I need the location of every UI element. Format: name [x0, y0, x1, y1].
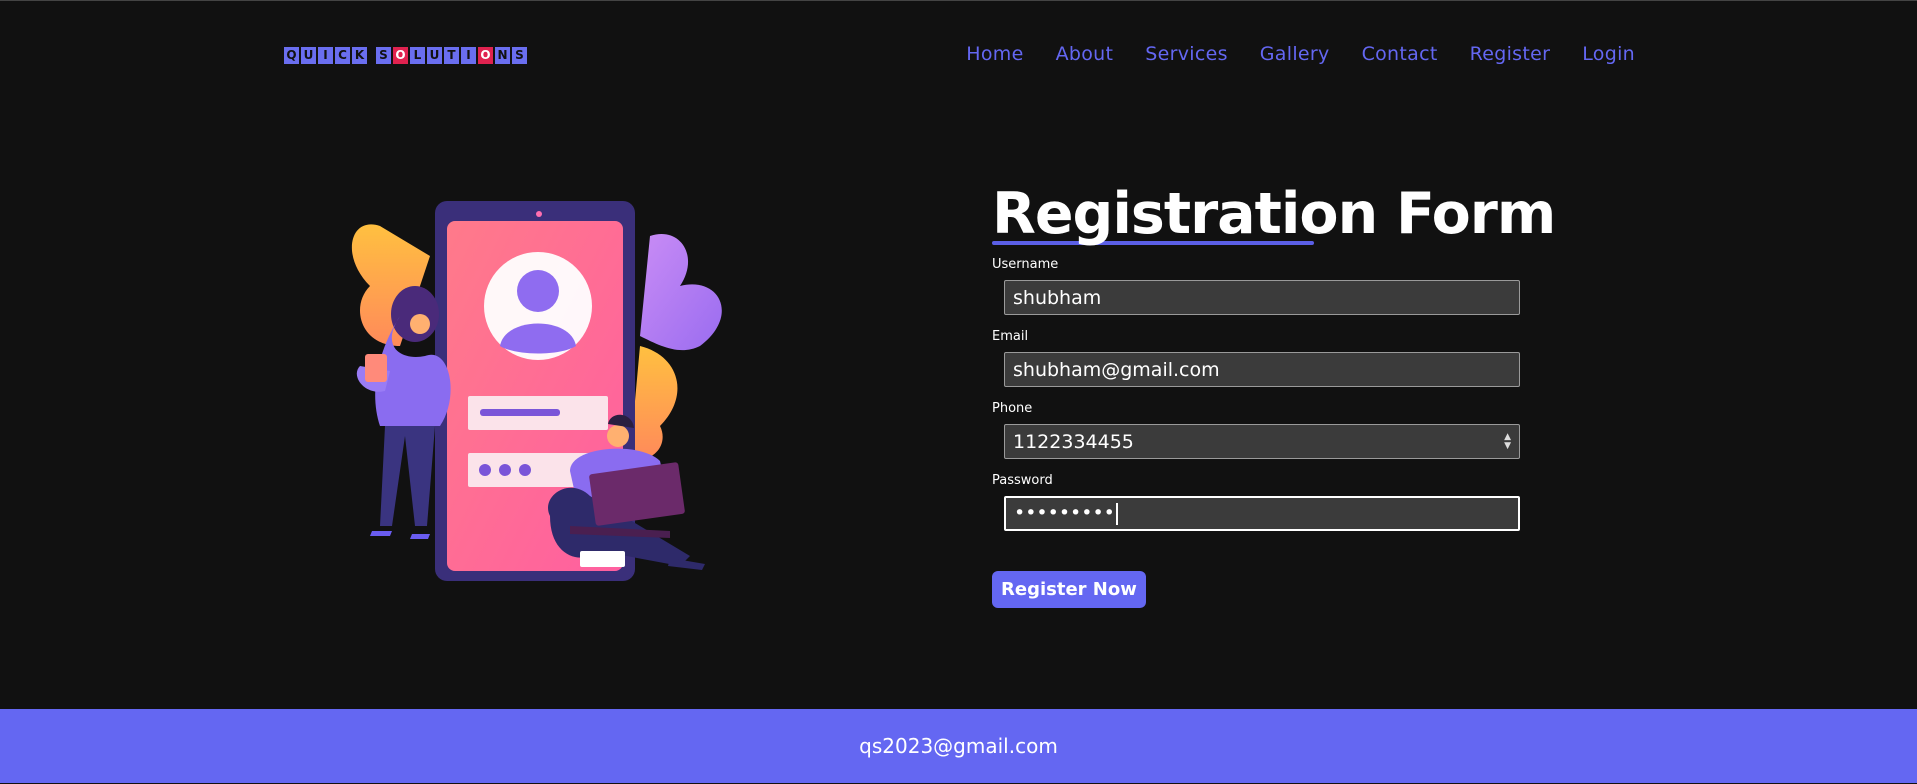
email-label: Email: [992, 329, 1029, 344]
nav-register[interactable]: Register: [1470, 43, 1551, 65]
password-value: •••••••••: [1014, 502, 1118, 525]
footer-email[interactable]: qs2023@gmail.com: [859, 734, 1058, 758]
nav-contact[interactable]: Contact: [1362, 43, 1438, 65]
phone-label: Phone: [992, 401, 1033, 416]
logo-letter: I: [318, 47, 333, 64]
logo[interactable]: Q U I C K S O L U T I O N S: [284, 47, 527, 64]
logo-letter: T: [444, 47, 459, 64]
nav-login[interactable]: Login: [1582, 43, 1635, 65]
nav-services[interactable]: Services: [1145, 43, 1228, 65]
register-now-button[interactable]: Register Now: [992, 571, 1146, 608]
logo-letter: Q: [284, 47, 299, 64]
logo-letter: K: [352, 47, 367, 64]
logo-letter: U: [301, 47, 316, 64]
logo-letter: N: [495, 47, 510, 64]
username-label: Username: [992, 257, 1059, 272]
logo-letter: C: [335, 47, 350, 64]
logo-letter: O: [393, 47, 408, 64]
form-title: Registration Form: [992, 181, 1556, 247]
username-value: shubham: [1013, 286, 1102, 309]
stepper-icon[interactable]: ▲ ▼: [1504, 432, 1511, 451]
password-label: Password: [992, 473, 1053, 488]
nav-about[interactable]: About: [1056, 43, 1114, 65]
registration-illustration: [340, 196, 760, 606]
logo-letter: L: [410, 47, 425, 64]
stepper-down-icon[interactable]: ▼: [1504, 441, 1511, 451]
logo-letter: U: [427, 47, 442, 64]
nav-gallery[interactable]: Gallery: [1260, 43, 1330, 65]
phone-value: 1122334455: [1013, 430, 1134, 453]
text-caret: [1115, 502, 1118, 525]
username-input[interactable]: shubham: [1004, 280, 1520, 315]
nav-home[interactable]: Home: [966, 43, 1023, 65]
registration-form: Registration Form Username shubham Email…: [992, 179, 1556, 608]
logo-letter: S: [512, 47, 527, 64]
email-input[interactable]: shubham@gmail.com: [1004, 352, 1520, 387]
logo-letter: O: [478, 47, 493, 64]
password-mask: •••••••••: [1014, 502, 1115, 525]
phone-input[interactable]: 1122334455 ▲ ▼: [1004, 424, 1520, 459]
email-value: shubham@gmail.com: [1013, 358, 1220, 381]
main-nav: Home About Services Gallery Contact Regi…: [966, 43, 1635, 65]
logo-space: [369, 47, 374, 64]
page: Q U I C K S O L U T I O N S Home About S…: [0, 0, 1917, 784]
logo-letter: S: [376, 47, 391, 64]
footer: qs2023@gmail.com: [0, 709, 1917, 783]
logo-letter: I: [461, 47, 476, 64]
password-input[interactable]: •••••••••: [1004, 496, 1520, 531]
